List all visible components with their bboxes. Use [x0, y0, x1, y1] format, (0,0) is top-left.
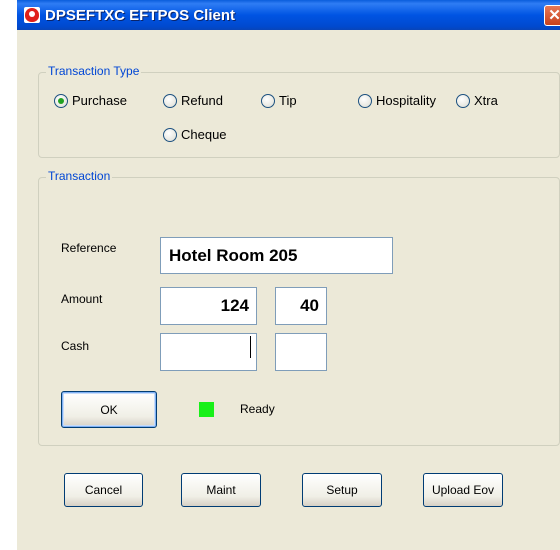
radio-tip-label: Tip: [279, 93, 297, 108]
radio-xtra[interactable]: Xtra: [456, 93, 498, 108]
radio-cheque-indicator: [163, 127, 177, 142]
radio-cheque-label: Cheque: [181, 127, 227, 142]
radio-tip[interactable]: Tip: [261, 93, 297, 108]
amount-dollars-input[interactable]: [160, 287, 257, 325]
radio-xtra-label: Xtra: [474, 93, 498, 108]
transaction-legend: Transaction: [46, 169, 113, 183]
cash-cents-input[interactable]: [275, 333, 327, 371]
ok-button[interactable]: OK: [61, 391, 157, 428]
amount-cents-input[interactable]: [275, 287, 327, 325]
status-text: Ready: [240, 402, 275, 416]
radio-hospitality-indicator: [358, 93, 372, 108]
reference-input[interactable]: [160, 237, 393, 274]
text-caret: [250, 336, 251, 358]
reference-label: Reference: [61, 241, 117, 255]
transaction-type-group: Transaction Type: [38, 64, 560, 158]
close-icon[interactable]: ✕: [544, 5, 560, 26]
window-title: DPSEFTXC EFTPOS Client: [45, 7, 236, 24]
title-bar[interactable]: DPSEFTXC EFTPOS Client ✕: [17, 0, 560, 30]
upload-eov-button[interactable]: Upload Eov: [423, 473, 503, 507]
radio-purchase-indicator: [54, 93, 68, 108]
amount-label: Amount: [61, 292, 103, 306]
maint-button[interactable]: Maint: [181, 473, 261, 507]
status-indicator-icon: [199, 402, 214, 417]
radio-cheque[interactable]: Cheque: [163, 127, 227, 142]
setup-button[interactable]: Setup: [302, 473, 382, 507]
eftpos-client-window: DPSEFTXC EFTPOS Client ✕ Transaction Typ…: [17, 0, 560, 550]
cash-label: Cash: [61, 339, 90, 353]
radio-purchase-label: Purchase: [72, 93, 127, 108]
cancel-button[interactable]: Cancel: [64, 473, 143, 507]
app-icon: [24, 7, 40, 23]
cash-dollars-input[interactable]: [160, 333, 257, 371]
radio-refund-indicator: [163, 93, 177, 108]
radio-hospitality-label: Hospitality: [376, 93, 436, 108]
transaction-type-legend: Transaction Type: [46, 64, 142, 78]
radio-tip-indicator: [261, 93, 275, 108]
radio-hospitality[interactable]: Hospitality: [358, 93, 436, 108]
radio-purchase[interactable]: Purchase: [54, 93, 127, 108]
radio-refund[interactable]: Refund: [163, 93, 223, 108]
radio-refund-label: Refund: [181, 93, 223, 108]
radio-xtra-indicator: [456, 93, 470, 108]
